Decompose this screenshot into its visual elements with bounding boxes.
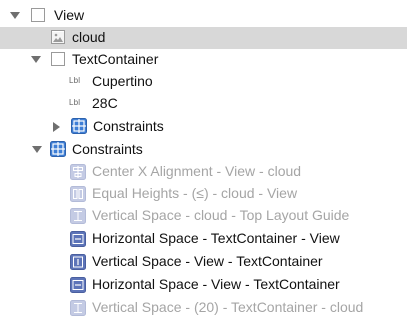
- horizontal-space-icon: [70, 231, 86, 247]
- constraint-label: Vertical Space - cloud - Top Layout Guid…: [92, 207, 350, 223]
- disclosure-triangle-expanded-icon[interactable]: [32, 146, 42, 153]
- tree-item-label: Constraints: [72, 141, 143, 157]
- constraint-label: Vertical Space - (20) - TextContainer - …: [92, 299, 364, 315]
- center-x-alignment-icon: [70, 164, 86, 180]
- constraint-label: Center X Alignment - View - cloud: [92, 163, 302, 179]
- horizontal-space-icon: [70, 277, 86, 293]
- tree-row-constraints[interactable]: Constraints: [0, 139, 407, 161]
- disclosure-triangle-collapsed-icon[interactable]: [53, 122, 60, 132]
- tree-item-label: cloud: [72, 29, 106, 45]
- tree-row-label-28c[interactable]: Lbl 28C: [0, 93, 407, 115]
- tree-row-view[interactable]: View: [0, 5, 407, 27]
- constraint-label: Horizontal Space - View - TextContainer: [92, 276, 340, 292]
- disclosure-triangle-expanded-icon[interactable]: [31, 56, 41, 63]
- constraint-row[interactable]: Vertical Space - (20) - TextContainer - …: [0, 297, 407, 319]
- constraint-row[interactable]: Vertical Space - cloud - Top Layout Guid…: [0, 205, 407, 227]
- vertical-space-icon: [70, 300, 86, 316]
- constraint-row[interactable]: Equal Heights - (≤) - cloud - View: [0, 183, 407, 205]
- constraints-icon: [71, 118, 87, 134]
- tree-row-cloud[interactable]: cloud: [0, 27, 407, 49]
- constraint-label: Equal Heights - (≤) - cloud - View: [92, 185, 298, 201]
- view-icon: [31, 8, 45, 22]
- vertical-space-icon: [70, 208, 86, 224]
- constraint-row[interactable]: Vertical Space - View - TextContainer: [0, 251, 407, 273]
- tree-item-label: TextContainer: [72, 51, 159, 67]
- label-icon: Lbl: [69, 76, 81, 85]
- tree-row-text-container-constraints[interactable]: Constraints: [0, 116, 407, 138]
- constraint-label: Vertical Space - View - TextContainer: [92, 253, 323, 269]
- tree-item-label: Cupertino: [92, 73, 153, 89]
- image-view-icon: [51, 30, 65, 44]
- tree-item-label: View: [54, 7, 85, 23]
- constraint-row[interactable]: Horizontal Space - TextContainer - View: [0, 228, 407, 250]
- vertical-space-icon: [70, 254, 86, 270]
- equal-heights-icon: [70, 186, 86, 202]
- tree-item-label: 28C: [92, 95, 118, 111]
- constraint-label: Horizontal Space - TextContainer - View: [92, 230, 340, 246]
- label-icon: Lbl: [69, 98, 81, 107]
- tree-item-label: Constraints: [93, 118, 164, 134]
- constraint-row[interactable]: Center X Alignment - View - cloud: [0, 161, 407, 183]
- constraint-row[interactable]: Horizontal Space - View - TextContainer: [0, 274, 407, 296]
- disclosure-triangle-expanded-icon[interactable]: [10, 12, 20, 19]
- constraints-icon: [50, 141, 66, 157]
- view-icon: [51, 52, 65, 66]
- tree-row-label-cupertino[interactable]: Lbl Cupertino: [0, 71, 407, 93]
- tree-row-text-container[interactable]: TextContainer: [0, 49, 407, 71]
